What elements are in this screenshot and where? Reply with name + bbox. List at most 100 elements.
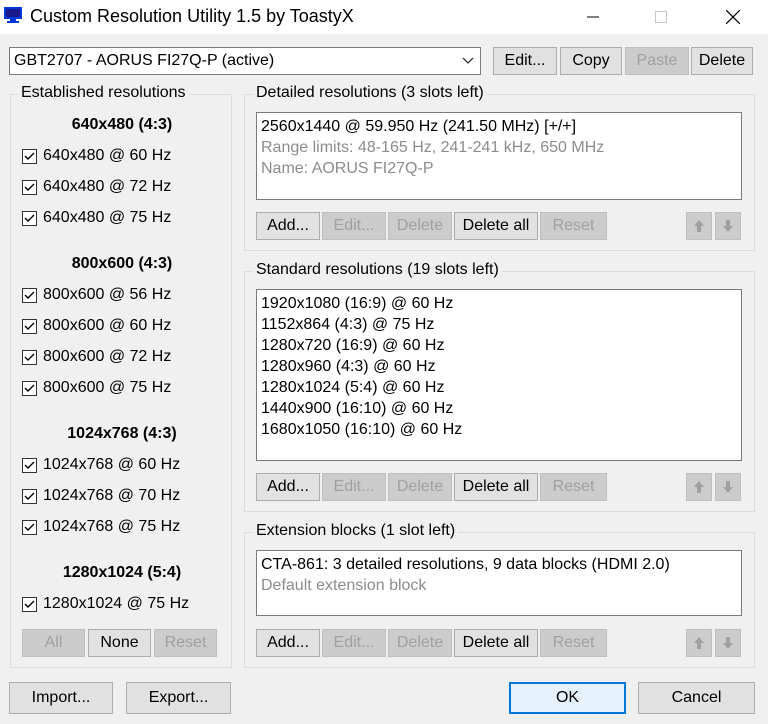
extension-move-down-button[interactable] [715, 629, 741, 657]
checkbox-640x480-75[interactable]: 640x480 @ 75 Hz [22, 209, 171, 227]
export-button[interactable]: Export... [126, 682, 231, 714]
checkbox-label: 800x600 @ 56 Hz [43, 286, 172, 303]
checkbox-label: 640x480 @ 60 Hz [43, 147, 172, 164]
checkbox-1024x768-60[interactable]: 1024x768 @ 60 Hz [22, 456, 180, 474]
group-heading-1024x768: 1024x768 (4:3) [67, 425, 177, 442]
established-resolutions-legend: Established resolutions [18, 84, 189, 102]
window-title: Custom Resolution Utility 1.5 by ToastyX [30, 6, 354, 26]
standard-resolutions-legend: Standard resolutions (19 slots left) [253, 261, 502, 279]
checkbox-800x600-60[interactable]: 800x600 @ 60 Hz [22, 317, 171, 335]
all-button[interactable]: All [22, 629, 85, 657]
detailed-move-up-button[interactable] [686, 212, 712, 240]
delete-monitor-button[interactable]: Delete [691, 47, 753, 75]
detailed-delete-button[interactable]: Delete [388, 212, 452, 240]
checkbox-label: 640x480 @ 72 Hz [43, 178, 172, 195]
detailed-resolution-item[interactable]: 2560x1440 @ 59.950 Hz (241.50 MHz) [+/+] [261, 116, 737, 137]
name-item[interactable]: Name: AORUS FI27Q-P [261, 158, 737, 179]
extension-delete-button[interactable]: Delete [388, 629, 452, 657]
checkbox-label: 1024x768 @ 75 Hz [43, 518, 181, 535]
arrow-down-icon [723, 637, 733, 649]
detailed-reset-button[interactable]: Reset [540, 212, 607, 240]
extension-move-up-button[interactable] [686, 629, 712, 657]
arrow-up-icon [694, 220, 704, 232]
checkbox-label: 800x600 @ 72 Hz [43, 348, 172, 365]
monitor-select[interactable]: GBT2707 - AORUS FI27Q-P (active) [9, 47, 481, 75]
reset-established-button[interactable]: Reset [154, 629, 217, 657]
cancel-button[interactable]: Cancel [638, 682, 755, 714]
arrow-up-icon [694, 637, 704, 649]
import-button[interactable]: Import... [9, 682, 113, 714]
close-button[interactable] [710, 0, 756, 34]
standard-resolution-item[interactable]: 1280x720 (16:9) @ 60 Hz [261, 335, 737, 356]
checkbox-label: 800x600 @ 60 Hz [43, 317, 172, 334]
edit-monitor-button[interactable]: Edit... [493, 47, 557, 75]
standard-reset-button[interactable]: Reset [540, 473, 607, 501]
paste-button[interactable]: Paste [625, 47, 689, 75]
checkbox-1024x768-75[interactable]: 1024x768 @ 75 Hz [22, 518, 180, 536]
arrow-up-icon [694, 481, 704, 493]
standard-resolution-item[interactable]: 1440x900 (16:10) @ 60 Hz [261, 398, 737, 419]
checkmark-icon [22, 148, 37, 164]
standard-move-down-button[interactable] [715, 473, 741, 501]
extension-add-button[interactable]: Add... [256, 629, 320, 657]
extension-block-item[interactable]: Default extension block [261, 575, 737, 596]
checkbox-800x600-72[interactable]: 800x600 @ 72 Hz [22, 348, 171, 366]
checkbox-1024x768-70[interactable]: 1024x768 @ 70 Hz [22, 487, 180, 505]
extension-delete-all-button[interactable]: Delete all [454, 629, 538, 657]
standard-resolutions-list[interactable]: 1920x1080 (16:9) @ 60 Hz 1152x864 (4:3) … [256, 289, 742, 461]
group-heading-640x480: 640x480 (4:3) [71, 116, 173, 133]
checkmark-icon [22, 380, 37, 396]
monitor-select-value: GBT2707 - AORUS FI27Q-P (active) [14, 52, 275, 69]
standard-resolution-item[interactable]: 1280x960 (4:3) @ 60 Hz [261, 356, 737, 377]
close-icon [726, 10, 740, 24]
detailed-delete-all-button[interactable]: Delete all [454, 212, 538, 240]
range-limits-item[interactable]: Range limits: 48-165 Hz, 241-241 kHz, 65… [261, 137, 737, 158]
group-heading-800x600: 800x600 (4:3) [71, 255, 173, 272]
checkmark-icon [22, 596, 37, 612]
maximize-button [638, 0, 684, 34]
copy-button[interactable]: Copy [560, 47, 622, 75]
standard-resolution-item[interactable]: 1280x1024 (5:4) @ 60 Hz [261, 377, 737, 398]
title-bar[interactable]: Custom Resolution Utility 1.5 by ToastyX [0, 0, 768, 34]
detailed-resolutions-legend: Detailed resolutions (3 slots left) [253, 84, 487, 102]
standard-resolution-item[interactable]: 1680x1050 (16:10) @ 60 Hz [261, 419, 737, 440]
standard-resolution-item[interactable]: 1152x864 (4:3) @ 75 Hz [261, 314, 737, 335]
none-button[interactable]: None [88, 629, 151, 657]
monitor-app-icon [4, 7, 22, 23]
checkbox-640x480-60[interactable]: 640x480 @ 60 Hz [22, 147, 171, 165]
detailed-move-down-button[interactable] [715, 212, 741, 240]
maximize-icon [655, 11, 667, 23]
chevron-down-icon [462, 57, 474, 64]
detailed-resolutions-list[interactable]: 2560x1440 @ 59.950 Hz (241.50 MHz) [+/+]… [256, 112, 742, 200]
checkbox-1280x1024-75[interactable]: 1280x1024 @ 75 Hz [22, 595, 189, 613]
extension-reset-button[interactable]: Reset [540, 629, 607, 657]
checkmark-icon [22, 457, 37, 473]
checkbox-800x600-56[interactable]: 800x600 @ 56 Hz [22, 286, 171, 304]
extension-block-item[interactable]: CTA-861: 3 detailed resolutions, 9 data … [261, 554, 737, 575]
arrow-down-icon [723, 481, 733, 493]
checkbox-label: 1280x1024 @ 75 Hz [43, 595, 190, 612]
extension-blocks-list[interactable]: CTA-861: 3 detailed resolutions, 9 data … [256, 550, 742, 616]
standard-edit-button[interactable]: Edit... [322, 473, 386, 501]
checkbox-800x600-75[interactable]: 800x600 @ 75 Hz [22, 379, 171, 397]
checkmark-icon [22, 519, 37, 535]
checkmark-icon [22, 349, 37, 365]
arrow-down-icon [723, 220, 733, 232]
extension-edit-button[interactable]: Edit... [322, 629, 386, 657]
detailed-add-button[interactable]: Add... [256, 212, 320, 240]
standard-delete-all-button[interactable]: Delete all [454, 473, 538, 501]
standard-move-up-button[interactable] [686, 473, 712, 501]
standard-resolution-item[interactable]: 1920x1080 (16:9) @ 60 Hz [261, 293, 737, 314]
checkbox-label: 800x600 @ 75 Hz [43, 379, 172, 396]
standard-delete-button[interactable]: Delete [388, 473, 452, 501]
checkmark-icon [22, 488, 37, 504]
extension-blocks-legend: Extension blocks (1 slot left) [253, 522, 459, 540]
detailed-edit-button[interactable]: Edit... [322, 212, 386, 240]
checkmark-icon [22, 287, 37, 303]
checkbox-label: 1024x768 @ 60 Hz [43, 456, 181, 473]
ok-button[interactable]: OK [509, 682, 626, 714]
checkbox-640x480-72[interactable]: 640x480 @ 72 Hz [22, 178, 171, 196]
minimize-button[interactable] [570, 0, 616, 34]
standard-add-button[interactable]: Add... [256, 473, 320, 501]
checkbox-label: 1024x768 @ 70 Hz [43, 487, 181, 504]
